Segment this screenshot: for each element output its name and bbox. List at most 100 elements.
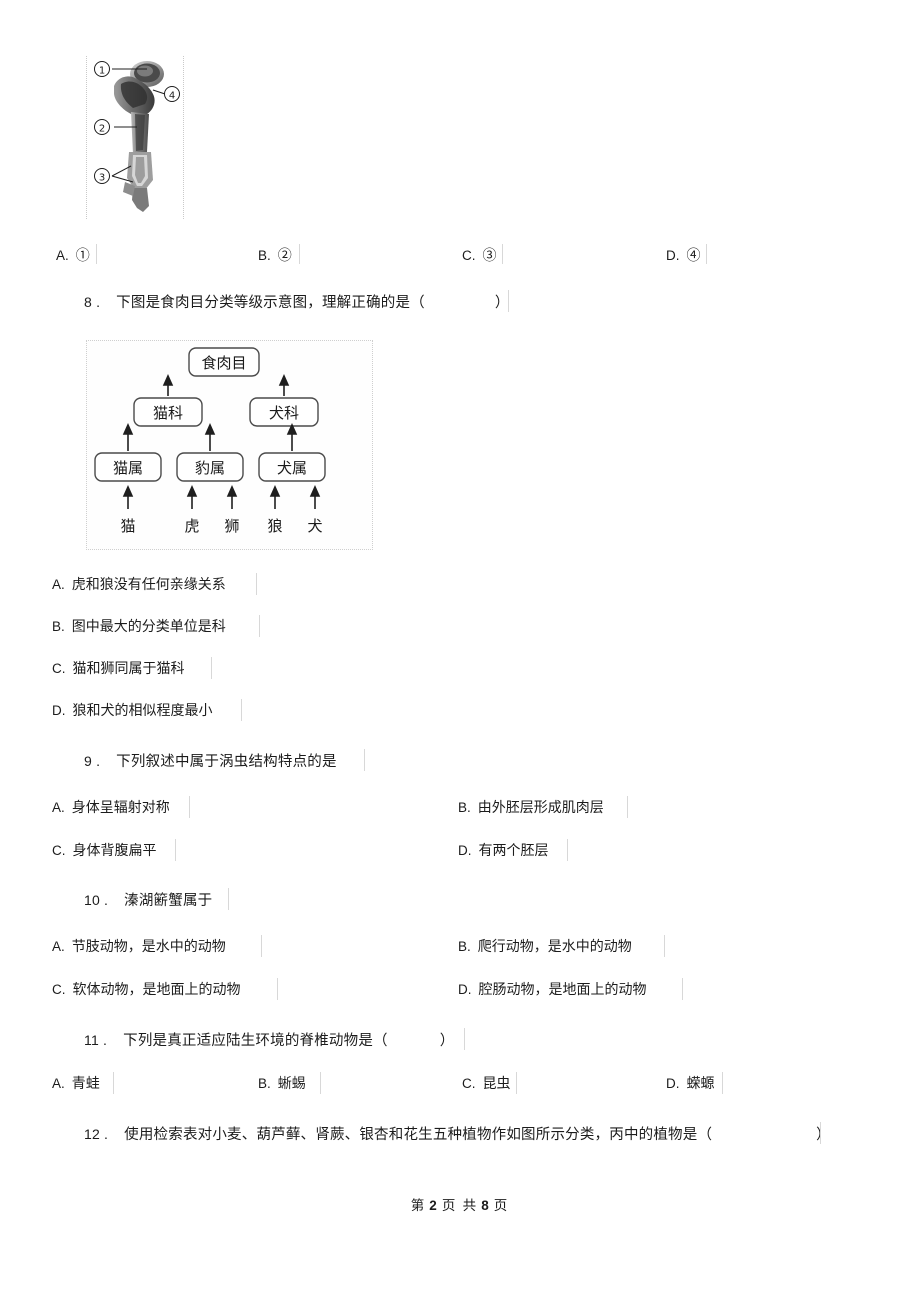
q8-option-b[interactable]: B. 图中最大的分类单位是科: [52, 617, 226, 638]
q7-option-d[interactable]: D. ④: [666, 246, 701, 267]
q9-option-d-text: 有两个胚层: [478, 844, 549, 859]
q7-option-c-text: ③: [482, 249, 497, 264]
cell-edge-artifact: [320, 1072, 321, 1094]
cell-edge-artifact: [627, 796, 628, 818]
cell-edge-artifact: [113, 1072, 114, 1094]
q11-number: 11 .: [84, 1032, 108, 1048]
q10-option-c[interactable]: C. 软体动物，是地面上的动物: [52, 980, 241, 1001]
cell-edge-artifact: [682, 978, 683, 1000]
q9-option-d[interactable]: D. 有两个胚层: [458, 841, 549, 862]
q9-option-c-text: 身体背腹扁平: [72, 844, 157, 859]
q10-stem: 10 . 溱湖簖蟹属于: [84, 890, 212, 911]
q11-option-a-text: 青蛙: [71, 1077, 100, 1092]
q11-stem-close: ）: [439, 1033, 455, 1049]
q8-option-a[interactable]: A. 虎和狼没有任何亲缘关系: [52, 575, 226, 596]
q7-option-c-label: C.: [462, 248, 476, 263]
q11-option-c-label: C.: [462, 1076, 476, 1091]
taxonomy-genus-canis-label: 犬属: [277, 459, 307, 477]
document-page: 1 2 3 4 A. ① B. ② C. ③ D. ④ 8 . 下图是食肉目分类…: [0, 0, 920, 1303]
q9-option-c[interactable]: C. 身体背腹扁平: [52, 841, 157, 862]
taxonomy-species-cat-label: 猫: [120, 517, 135, 535]
q7-option-a[interactable]: A. ①: [56, 246, 90, 267]
cell-edge-artifact: [96, 244, 97, 264]
cell-edge-artifact: [228, 888, 229, 910]
leader-line-4: [152, 89, 166, 95]
q12-number: 12 .: [84, 1126, 109, 1142]
bone-label-1: 1: [94, 61, 110, 77]
q10-option-d-label: D.: [458, 982, 472, 997]
cell-edge-artifact: [502, 244, 503, 264]
carnivora-taxonomy-figure: 食肉目 猫科 犬科 猫属 豹属 犬属 猫 虎 狮 狼 犬: [86, 340, 373, 550]
q11-option-b[interactable]: B. 蜥蜴: [258, 1074, 306, 1095]
q11-option-a[interactable]: A. 青蛙: [52, 1074, 100, 1095]
q9-option-a-label: A.: [52, 800, 65, 815]
taxonomy-species-tiger-label: 虎: [184, 517, 199, 535]
q10-option-a-text: 节肢动物，是水中的动物: [71, 940, 226, 955]
q10-option-d-text: 腔肠动物，是地面上的动物: [478, 983, 647, 998]
q11-option-c-text: 昆虫: [482, 1077, 511, 1092]
q7-option-c[interactable]: C. ③: [462, 246, 497, 267]
q11-option-c[interactable]: C. 昆虫: [462, 1074, 511, 1095]
bone-label-3: 3: [94, 168, 110, 184]
cell-edge-artifact: [364, 749, 365, 771]
q11-option-b-text: 蜥蜴: [277, 1077, 306, 1092]
q9-option-b[interactable]: B. 由外胚层形成肌肉层: [458, 798, 604, 819]
q8-option-b-text: 图中最大的分类单位是科: [71, 620, 226, 635]
q10-number: 10 .: [84, 892, 109, 908]
cell-edge-artifact: [722, 1072, 723, 1094]
q7-option-b-label: B.: [258, 248, 271, 263]
q12-stem-close: ）: [816, 1127, 831, 1143]
q12-stem-text: 使用检索表对小麦、葫芦藓、肾蕨、银杏和花生五种植物作如图所示分类，丙中的植物是（: [124, 1127, 713, 1143]
q8-option-a-text: 虎和狼没有任何亲缘关系: [71, 578, 226, 593]
q8-stem-text: 下图是食肉目分类等级示意图，理解正确的是（: [116, 295, 425, 311]
taxonomy-genus-felis-label: 猫属: [113, 459, 143, 477]
taxonomy-family-canidae-label: 犬科: [269, 404, 299, 422]
q9-option-b-label: B.: [458, 800, 471, 815]
q8-option-d[interactable]: D. 狼和犬的相似程度最小: [52, 701, 213, 722]
q11-option-d[interactable]: D. 蝾螈: [666, 1074, 715, 1095]
q11-stem: 11 . 下列是真正适应陆生环境的脊椎动物是（ ）: [84, 1030, 454, 1051]
q10-option-a-label: A.: [52, 939, 65, 954]
cell-edge-artifact: [259, 615, 260, 637]
q7-option-b[interactable]: B. ②: [258, 246, 292, 267]
q11-option-a-label: A.: [52, 1076, 65, 1091]
q8-option-c[interactable]: C. 猫和狮同属于猫科: [52, 659, 185, 680]
q8-option-c-text: 猫和狮同属于猫科: [72, 662, 185, 677]
cell-edge-artifact: [211, 657, 212, 679]
taxonomy-species-wolf-label: 狼: [267, 517, 282, 535]
cell-edge-artifact: [241, 699, 242, 721]
q10-option-b[interactable]: B. 爬行动物，是水中的动物: [458, 937, 632, 958]
bone-joint-figure: 1 2 3 4: [86, 56, 184, 219]
footer-middle: 页 共: [441, 1198, 479, 1213]
q11-stem-text: 下列是真正适应陆生环境的脊椎动物是（: [123, 1033, 388, 1049]
q10-stem-text: 溱湖簖蟹属于: [124, 893, 213, 909]
q8-option-d-label: D.: [52, 703, 66, 718]
footer-total-pages: 8: [481, 1198, 491, 1213]
q9-option-a[interactable]: A. 身体呈辐射对称: [52, 798, 170, 819]
svg-text:3: 3: [99, 173, 105, 184]
taxonomy-order-label: 食肉目: [201, 354, 246, 372]
q9-option-a-text: 身体呈辐射对称: [71, 801, 170, 816]
q10-option-d[interactable]: D. 腔肠动物，是地面上的动物: [458, 980, 647, 1001]
q10-option-c-label: C.: [52, 982, 66, 997]
q8-option-d-text: 狼和犬的相似程度最小: [72, 704, 213, 719]
q9-number: 9 .: [84, 753, 101, 769]
bone-distal-shape: [132, 188, 149, 212]
q7-option-d-text: ④: [686, 249, 701, 264]
q8-option-b-label: B.: [52, 619, 65, 634]
taxonomy-family-felidae-label: 猫科: [153, 404, 183, 422]
q8-option-c-label: C.: [52, 661, 66, 676]
page-footer: 第2页 共8页: [0, 1194, 920, 1214]
q7-option-d-label: D.: [666, 248, 680, 263]
q10-option-b-text: 爬行动物，是水中的动物: [477, 940, 632, 955]
q11-option-b-label: B.: [258, 1076, 271, 1091]
q10-option-a[interactable]: A. 节肢动物，是水中的动物: [52, 937, 226, 958]
footer-suffix: 页: [493, 1198, 510, 1213]
cell-edge-artifact: [567, 839, 568, 861]
cell-edge-artifact: [664, 935, 665, 957]
q9-option-d-label: D.: [458, 843, 472, 858]
q8-stem: 8 . 下图是食肉目分类等级示意图，理解正确的是（）: [84, 292, 510, 313]
cell-edge-artifact: [464, 1028, 465, 1050]
q8-number: 8 .: [84, 294, 101, 310]
q9-option-c-label: C.: [52, 843, 66, 858]
